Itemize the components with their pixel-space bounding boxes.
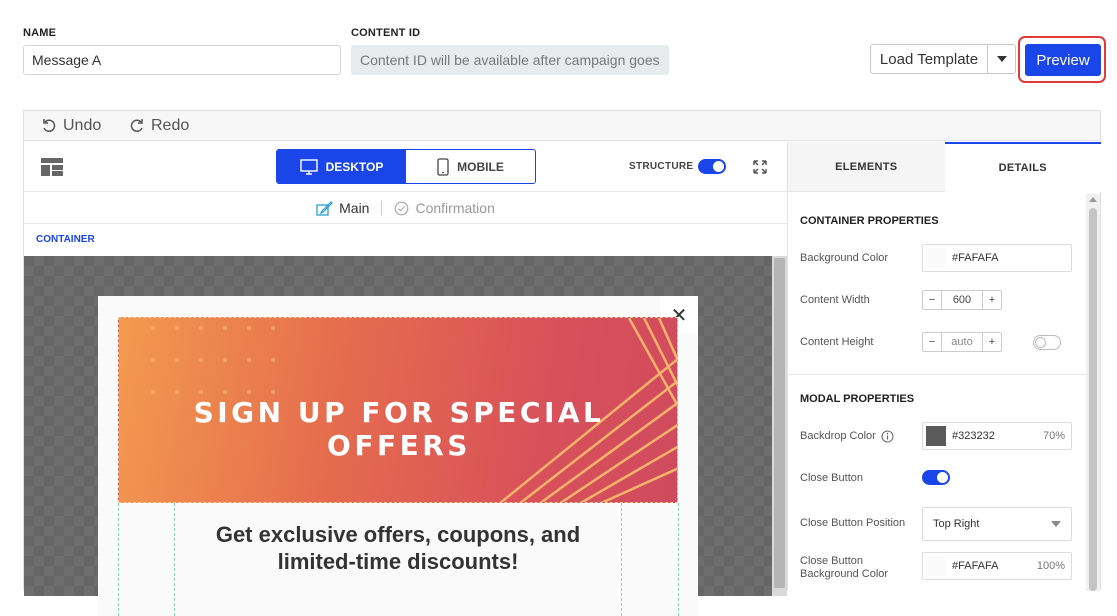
name-label: NAME [23,27,57,39]
close-button-position-label: Close Button Position [800,517,906,529]
close-button-position-select[interactable]: Top Right [922,507,1072,541]
background-color-swatch[interactable] [926,248,946,268]
scroll-up-icon[interactable] [1089,197,1097,202]
redo-icon [130,119,143,132]
structure-toggle[interactable] [698,159,726,174]
mobile-label: MOBILE [457,159,504,174]
body-line-2: limited-time discounts! [277,549,519,574]
undo-label: Undo [63,117,102,134]
canvas-bar: DESKTOP MOBILE STRUCTURE [24,142,787,192]
undo-button[interactable]: Undo [41,117,101,135]
content-id-field: Content ID will be available after campa… [351,45,669,75]
background-color-value: #FAFAFA [952,252,999,264]
backdrop-color-swatch[interactable] [926,426,946,446]
close-button-bg-swatch[interactable] [926,556,946,576]
content-height-value[interactable]: auto [941,333,983,351]
close-button-bg-label: Close Button Background Color [800,555,888,581]
container-properties-title: CONTAINER PROPERTIES [800,215,939,227]
backdrop-color-label: Backdrop Color [800,430,876,442]
close-button-bg-label-line1: Close Button [800,555,863,567]
backdrop-opacity[interactable]: 70% [1043,430,1065,442]
redo-button[interactable]: Redo [129,117,189,135]
mobile-tab[interactable]: MOBILE [406,150,535,183]
content-width-stepper: − 600 + [922,290,1002,310]
canvas-scrollbar[interactable] [772,256,787,596]
close-button-bg-value: #FAFAFA [952,560,999,572]
section-divider [788,374,1086,375]
panel-tabs: ELEMENTS DETAILS [788,142,1101,192]
content-width-increment[interactable]: + [983,291,1001,309]
content-width-label: Content Width [800,294,870,306]
canvas-scroll-thumb[interactable] [774,258,785,588]
close-button-label: Close Button [800,472,863,484]
structure-label: STRUCTURE [629,161,694,172]
tab-elements[interactable]: ELEMENTS [788,142,945,192]
message-tabs: Main Confirmation [24,193,787,224]
tab-divider [381,201,383,215]
editor: Undo Redo DESKTOP MOBILE STRUCTURE Main … [23,110,1101,616]
check-circle-icon [395,201,409,215]
preview-stage: ✕ SIGN UP FOR SPECIAL OFFERS Get exclusi… [24,256,772,616]
select-caret-icon [1051,521,1061,527]
desktop-icon [299,158,318,175]
editor-toolbar: Undo Redo [24,111,1100,141]
close-button-bg-input[interactable]: #FAFAFA 100% [922,552,1072,580]
modal-banner[interactable]: SIGN UP FOR SPECIAL OFFERS [118,317,678,503]
modal-preview[interactable]: ✕ SIGN UP FOR SPECIAL OFFERS Get exclusi… [98,296,698,616]
content-width-decrement[interactable]: − [923,291,941,309]
banner-title: SIGN UP FOR SPECIAL OFFERS [193,396,605,462]
device-toggle: DESKTOP MOBILE [276,149,536,184]
content-width-value[interactable]: 600 [941,291,983,309]
close-button-toggle[interactable] [922,470,950,485]
close-button-bg-label-line2: Background Color [800,568,889,580]
desktop-label: DESKTOP [325,159,384,174]
modal-body-text[interactable]: Get exclusive offers, coupons, and limit… [118,521,678,575]
guide-right [678,503,679,616]
layout-icon[interactable] [41,158,63,176]
properties-panel: ELEMENTS DETAILS CONTAINER PROPERTIES Ba… [787,142,1101,591]
tab-confirmation-label: Confirmation [415,200,495,216]
info-icon[interactable] [881,430,894,443]
background-color-input[interactable]: #FAFAFA [922,244,1072,272]
caret-down-icon [996,56,1007,62]
content-height-increment[interactable]: + [983,333,1001,351]
backdrop-color-value: #323232 [952,430,995,442]
content-height-toggle[interactable] [1033,335,1061,350]
tab-details[interactable]: DETAILS [944,142,1101,192]
expand-icon[interactable] [752,159,768,175]
content-id-label: CONTENT ID [351,27,421,39]
backdrop-color-input[interactable]: #323232 70% [922,422,1072,450]
load-template-dropdown[interactable] [987,44,1016,74]
modal-properties-title: MODAL PROPERTIES [800,393,915,405]
load-template-button[interactable]: Load Template [870,44,988,74]
panel-scroll-thumb[interactable] [1089,208,1097,591]
undo-icon [43,119,56,132]
tab-main[interactable]: Main [316,200,369,216]
close-button-bg-opacity[interactable]: 100% [1037,560,1065,572]
desktop-tab[interactable]: DESKTOP [277,150,406,183]
edit-icon [316,200,333,216]
content-height-label: Content Height [800,336,874,348]
body-line-1: Get exclusive offers, coupons, and [215,522,581,547]
tab-confirmation[interactable]: Confirmation [394,200,495,216]
content-height-stepper: − auto + [922,332,1002,352]
breadcrumb[interactable]: CONTAINER [36,234,95,245]
backdrop-color-label-wrap: Backdrop Color [800,430,894,443]
content-height-decrement[interactable]: − [923,333,941,351]
name-input[interactable]: Message A [23,45,341,75]
redo-label: Redo [151,117,190,134]
panel-scrollbar[interactable] [1086,194,1100,591]
mobile-icon [437,157,449,176]
tab-main-label: Main [339,200,370,216]
close-button-position-value: Top Right [933,518,980,530]
preview-button[interactable]: Preview [1025,44,1101,76]
background-color-label: Background Color [800,252,889,264]
